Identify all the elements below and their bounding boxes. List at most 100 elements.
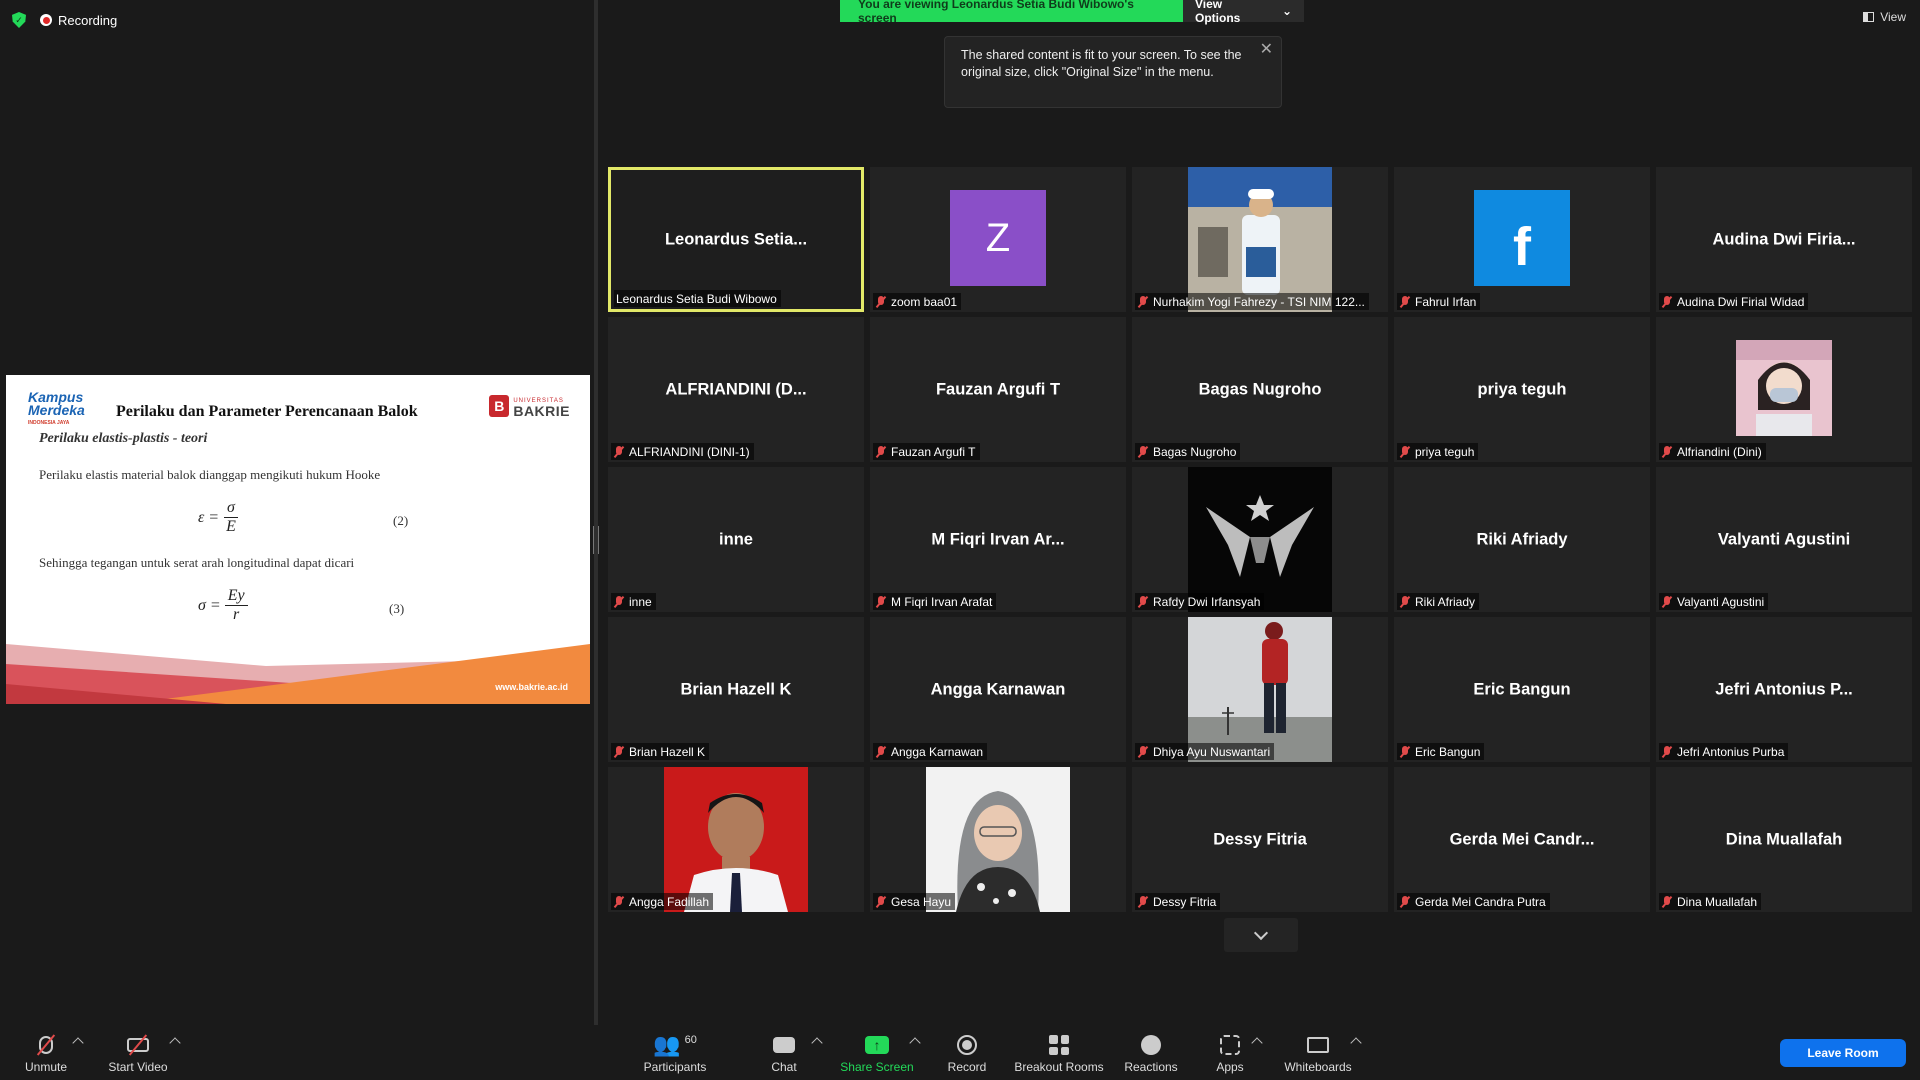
participant-name-label: Brian Hazell K xyxy=(611,743,710,760)
participant-tile[interactable]: Fauzan Argufi T Fauzan Argufi T xyxy=(870,317,1126,462)
participant-name: Rafdy Dwi Irfansyah xyxy=(1153,594,1261,609)
reactions-button[interactable]: Reactions xyxy=(1124,1025,1178,1080)
shared-screen-content: Kampus Merdeka INDONESIA JAYA Perilaku d… xyxy=(6,375,590,704)
facebook-avatar: f xyxy=(1474,190,1570,286)
participant-tile[interactable]: Dhiya Ayu Nuswantari xyxy=(1132,617,1388,762)
participant-name-label: inne xyxy=(611,593,656,610)
gallery-next-page-button[interactable] xyxy=(1224,918,1298,952)
divider-drag-handle[interactable] xyxy=(593,526,599,554)
mic-muted-icon xyxy=(875,295,887,308)
mic-muted-icon xyxy=(613,895,625,908)
participant-tile[interactable]: Rafdy Dwi Irfansyah xyxy=(1132,467,1388,612)
mic-muted-icon xyxy=(613,445,625,458)
participant-name-label: zoom baa01 xyxy=(873,293,962,310)
participant-tile[interactable]: priya teguh priya teguh xyxy=(1394,317,1650,462)
participant-name: Dhiya Ayu Nuswantari xyxy=(1153,744,1271,759)
participant-tile[interactable]: inne inne xyxy=(608,467,864,612)
participant-tile[interactable]: Zzoom baa01 xyxy=(870,167,1126,312)
participant-name: Valyanti Agustini xyxy=(1677,594,1765,609)
participant-display-name: Dina Muallafah xyxy=(1725,830,1843,848)
participant-name-label: M Fiqri Irvan Arafat xyxy=(873,593,997,610)
participant-tile[interactable]: Nurhakim Yogi Fahrezy - TSI NIM 122... xyxy=(1132,167,1388,312)
record-button[interactable]: Record xyxy=(944,1025,990,1080)
participant-photo xyxy=(1188,617,1332,762)
participant-tile[interactable]: Audina Dwi Firia... Audina Dwi Firial Wid… xyxy=(1656,167,1912,312)
recording-label: Recording xyxy=(58,12,118,28)
participant-display-name: Leonardus Setia... xyxy=(664,230,808,248)
mic-muted-icon xyxy=(613,595,625,608)
participant-name-label: Leonardus Setia Budi Wibowo xyxy=(614,290,781,307)
participant-name: Fauzan Argufi T xyxy=(891,444,976,459)
participant-name: Gesa Hayu xyxy=(891,894,952,909)
participant-name-label: priya teguh xyxy=(1397,443,1479,460)
participant-tile[interactable]: ALFRIANDINI (D... ALFRIANDINI (DINI-1) xyxy=(608,317,864,462)
breakout-rooms-button[interactable]: Breakout Rooms xyxy=(1013,1025,1105,1080)
participant-name: Jefri Antonius Purba xyxy=(1677,744,1785,759)
apps-options-caret[interactable] xyxy=(1251,1037,1263,1049)
participant-name-label: Bagas Nugroho xyxy=(1135,443,1241,460)
participant-name: Leonardus Setia Budi Wibowo xyxy=(616,291,777,306)
participant-tile[interactable]: Jefri Antonius P... Jefri Antonius Purba xyxy=(1656,617,1912,762)
participant-tile[interactable]: Alfriandini (Dini) xyxy=(1656,317,1912,462)
audio-options-caret[interactable] xyxy=(72,1037,84,1049)
slide-subtitle: Perilaku elastis-plastis - teori xyxy=(39,431,208,446)
participant-display-name: Gerda Mei Candr... xyxy=(1449,830,1595,848)
encryption-shield-icon[interactable]: ✓ xyxy=(12,12,26,28)
participant-tile[interactable]: f Fahrul Irfan xyxy=(1394,167,1650,312)
participants-icon: 👥 xyxy=(653,1032,681,1057)
view-layout-button[interactable]: View xyxy=(1863,10,1906,24)
unmute-button[interactable]: Unmute xyxy=(18,1025,74,1080)
participant-display-name: Angga Karnawan xyxy=(930,680,1066,698)
close-icon[interactable]: ✕ xyxy=(1260,41,1273,58)
participant-tile[interactable]: Gerda Mei Candr... Gerda Mei Candra Putra xyxy=(1394,767,1650,912)
participant-name-label: Audina Dwi Firial Widad xyxy=(1659,293,1809,310)
slide-title: Perilaku dan Parameter Perencanaan Balok xyxy=(116,403,418,420)
chevron-down-icon xyxy=(1253,925,1269,941)
participant-name-label: Alfriandini (Dini) xyxy=(1659,443,1766,460)
participant-name: Gerda Mei Candra Putra xyxy=(1415,894,1546,909)
mic-muted-icon xyxy=(613,745,625,758)
participant-tile[interactable]: Dina Muallafah Dina Muallafah xyxy=(1656,767,1912,912)
participant-tile[interactable]: Leonardus Setia... Leonardus Setia Budi W… xyxy=(608,167,864,312)
mic-muted-icon xyxy=(1661,295,1673,308)
participant-name-label: Rafdy Dwi Irfansyah xyxy=(1135,593,1265,610)
participant-name: ALFRIANDINI (DINI-1) xyxy=(629,444,750,459)
reactions-icon xyxy=(1141,1035,1161,1055)
chat-button[interactable]: Chat xyxy=(766,1025,802,1080)
participant-tile[interactable]: Riki Afriady Riki Afriady xyxy=(1394,467,1650,612)
participants-button[interactable]: 👥 60 Participants xyxy=(640,1025,710,1080)
participant-tile[interactable]: Brian Hazell K Brian Hazell K xyxy=(608,617,864,762)
participant-tile[interactable]: Gesa Hayu xyxy=(870,767,1126,912)
participant-display-name: inne xyxy=(719,530,753,548)
start-video-button[interactable]: Start Video xyxy=(104,1025,172,1080)
view-label: View xyxy=(1880,10,1906,24)
chat-options-caret[interactable] xyxy=(811,1037,823,1049)
participant-photo xyxy=(1188,467,1332,612)
participant-tile[interactable]: Dessy Fitria Dessy Fitria xyxy=(1132,767,1388,912)
participant-tile[interactable]: Bagas Nugroho Bagas Nugroho xyxy=(1132,317,1388,462)
share-screen-button[interactable]: ↑ Share Screen xyxy=(840,1025,914,1080)
mic-muted-icon xyxy=(875,895,887,908)
whiteboard-icon xyxy=(1307,1037,1329,1053)
participant-tile[interactable]: Eric Bangun Eric Bangun xyxy=(1394,617,1650,762)
participant-name-label: Fauzan Argufi T xyxy=(873,443,980,460)
participant-tile[interactable]: Valyanti Agustini Valyanti Agustini xyxy=(1656,467,1912,612)
participant-display-name: Bagas Nugroho xyxy=(1198,380,1322,398)
whiteboards-button[interactable]: Whiteboards xyxy=(1282,1025,1354,1080)
apps-button[interactable]: Apps xyxy=(1214,1025,1246,1080)
slide-paragraph-2: Sehingga tegangan untuk serat arah longi… xyxy=(39,555,355,570)
apps-icon xyxy=(1220,1035,1240,1055)
view-options-button[interactable]: View Options ⌄ xyxy=(1183,0,1304,25)
participant-tile[interactable]: Angga Karnawan Angga Karnawan xyxy=(870,617,1126,762)
record-icon xyxy=(957,1035,977,1055)
participant-display-name: Riki Afriady xyxy=(1476,530,1568,548)
participant-name: M Fiqri Irvan Arafat xyxy=(891,594,993,609)
participant-tile[interactable]: Angga Fadillah xyxy=(608,767,864,912)
mic-muted-icon xyxy=(1399,595,1411,608)
recording-indicator[interactable]: Recording xyxy=(40,13,117,28)
leave-room-button[interactable]: Leave Room xyxy=(1780,1039,1906,1067)
split-divider[interactable] xyxy=(594,0,598,1025)
participant-name-label: Dina Muallafah xyxy=(1659,893,1762,910)
participant-photo xyxy=(664,767,808,912)
participant-tile[interactable]: M Fiqri Irvan Ar... M Fiqri Irvan Arafat xyxy=(870,467,1126,612)
